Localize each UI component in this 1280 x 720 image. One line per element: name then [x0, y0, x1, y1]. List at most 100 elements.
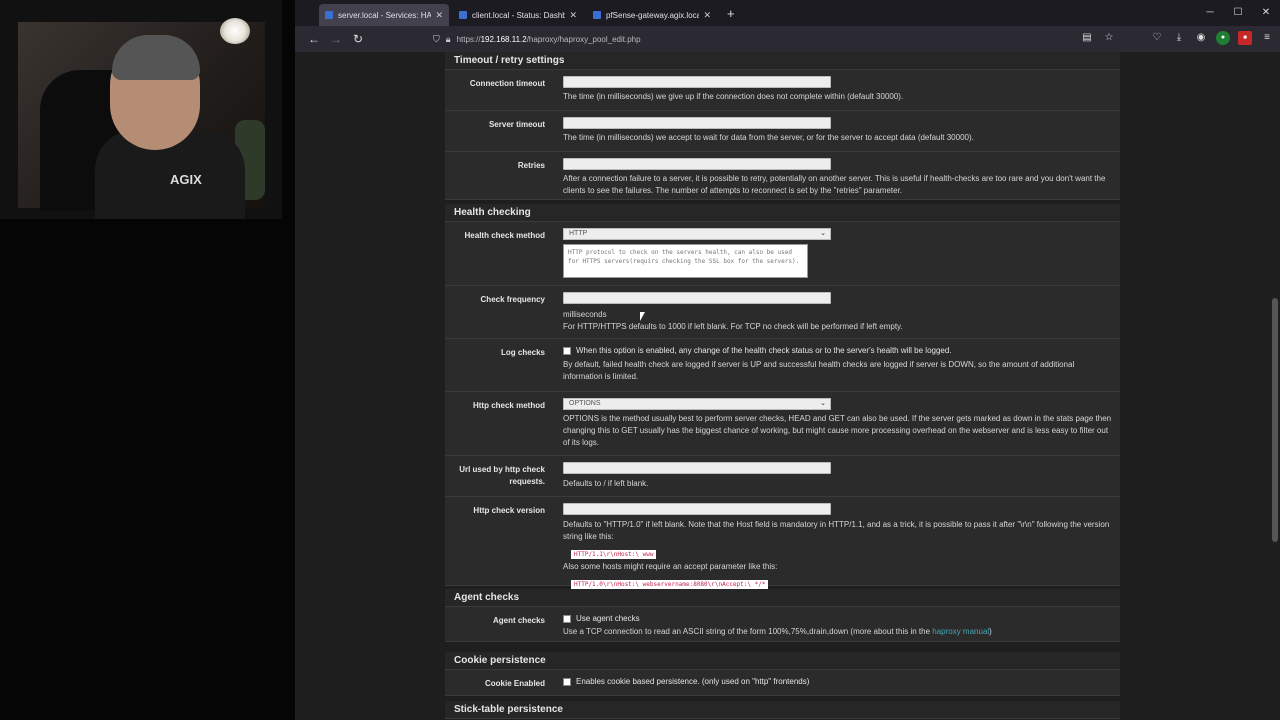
field-label: Url used by http check requests. — [459, 465, 545, 486]
haproxy-manual-link[interactable]: haproxy manual — [932, 627, 989, 636]
field-label: Http check version — [473, 506, 545, 515]
scrollbar[interactable] — [1270, 52, 1280, 720]
tab-label: server.local - Services: HAProxy — [338, 10, 432, 20]
account-icon[interactable]: ◉ — [1194, 31, 1208, 45]
cookie-enabled-checkbox-row[interactable]: Enables cookie based persistence. (only … — [563, 676, 1112, 686]
cookie-section: Cookie persistence Cookie Enabled Enable… — [445, 652, 1120, 696]
connection-timeout-row: Connection timeout The time (in millisec… — [445, 70, 1120, 111]
field-label: Http check method — [472, 401, 545, 410]
browser-window: server.local - Services: HAProxy ✕ clien… — [295, 0, 1280, 720]
field-label: Cookie Enabled — [484, 679, 545, 688]
toolbar-right: ▤ ☆ ♡ ⤓ ◉ ● ■ ≡ — [1080, 31, 1274, 45]
chevron-down-icon: ⌄ — [820, 230, 826, 237]
retries-row: Retries After a connection failure to a … — [445, 152, 1120, 200]
help-text: By default, failed health check are logg… — [563, 360, 1075, 381]
http-check-url-input[interactable] — [563, 462, 831, 474]
log-checks-checkbox-row[interactable]: When this option is enabled, any change … — [563, 345, 1112, 355]
retries-input[interactable] — [563, 158, 831, 170]
tab-pfsense-gateway[interactable]: pfSense-gateway.agix.local - St ✕ — [587, 4, 717, 26]
field-label: Agent checks — [492, 616, 545, 625]
url-host: 192.168.11.2 — [480, 34, 527, 44]
close-tab-icon[interactable]: ✕ — [703, 10, 711, 21]
help-text: After a connection failure to a server, … — [563, 174, 1106, 195]
reload-icon[interactable]: ↻ — [347, 32, 369, 46]
webcam-feed: AGIX — [0, 0, 282, 219]
favicon-icon — [459, 11, 467, 19]
select-value: OPTIONS — [569, 400, 601, 407]
connection-timeout-input[interactable] — [563, 76, 831, 88]
close-tab-icon[interactable]: ✕ — [435, 10, 443, 21]
checkbox-label: When this option is enabled, any change … — [576, 346, 952, 355]
webcam-area: AGIX — [0, 0, 295, 720]
http-check-version-input[interactable] — [563, 503, 831, 515]
log-checks-checkbox[interactable] — [563, 346, 571, 355]
tab-haproxy[interactable]: server.local - Services: HAProxy ✕ — [319, 4, 449, 26]
http-check-method-select[interactable]: OPTIONS ⌄ — [563, 398, 831, 410]
scrollbar-thumb[interactable] — [1272, 298, 1278, 542]
shirt-logo: AGIX — [170, 172, 202, 187]
ring-light — [220, 18, 250, 44]
minimize-icon[interactable]: ─ — [1196, 0, 1224, 26]
stick-section: Stick-table persistence — [445, 701, 1120, 719]
http-check-version-row: Http check version Defaults to "HTTP/1.0… — [445, 497, 1120, 589]
select-value: HTTP — [569, 230, 588, 237]
close-window-icon[interactable]: ✕ — [1252, 0, 1280, 26]
help-text: For HTTP/HTTPS defaults to 1000 if left … — [563, 322, 903, 331]
maximize-icon[interactable]: ☐ — [1224, 0, 1252, 26]
agent-checks-checkbox[interactable] — [563, 614, 571, 623]
help-post: ) — [989, 627, 992, 636]
downloads-icon[interactable]: ⤓ — [1172, 31, 1186, 45]
help-text: Defaults to "HTTP/1.0" if left blank. No… — [563, 520, 1110, 541]
check-frequency-row: Check frequency milliseconds For HTTP/HT… — [445, 286, 1120, 339]
reader-view-icon[interactable]: ▤ — [1080, 31, 1094, 45]
section-title: Stick-table persistence — [445, 701, 1120, 719]
health-method-row: Health check method HTTP ⌄ HTTP protocol … — [445, 222, 1120, 286]
new-tab-icon[interactable]: + — [721, 6, 741, 26]
mouse-cursor-icon — [640, 312, 645, 321]
method-description: HTTP protocol to check on the servers he… — [563, 244, 808, 278]
help-text: The time (in milliseconds) we give up if… — [563, 92, 904, 101]
code-example: HTTP/1.1\r\nHost:\ www — [571, 550, 657, 559]
extension-icon[interactable]: ● — [1216, 31, 1230, 45]
section-title: Agent checks — [445, 589, 1120, 607]
tab-client-dashboard[interactable]: client.local - Status: Dashboard ✕ — [453, 4, 583, 26]
extension-red-icon[interactable]: ■ — [1238, 31, 1252, 45]
health-method-select[interactable]: HTTP ⌄ — [563, 228, 831, 240]
help-text: OPTIONS is the method usually best to pe… — [563, 414, 1112, 447]
server-timeout-input[interactable] — [563, 117, 831, 129]
pocket-icon[interactable]: ♡ — [1150, 31, 1164, 45]
checkbox-label: Enables cookie based persistence. (only … — [576, 677, 810, 686]
unit-label: milliseconds — [563, 310, 607, 319]
field-label: Log checks — [500, 348, 545, 357]
page-viewport: Timeout / retry settings Connection time… — [295, 52, 1280, 720]
section-title: Timeout / retry settings — [445, 52, 1120, 70]
nav-bar: ← → ↻ ⛉ 🔒︎ https://192.168.11.2/haproxy/… — [295, 26, 1280, 52]
chevron-down-icon: ⌄ — [820, 400, 826, 407]
url-path: /haproxy/haproxy_pool_edit.php — [526, 34, 641, 44]
help-pre: Use a TCP connection to read an ASCII st… — [563, 627, 933, 636]
back-icon[interactable]: ← — [303, 32, 325, 46]
close-tab-icon[interactable]: ✕ — [569, 10, 577, 21]
menu-icon[interactable]: ≡ — [1260, 31, 1274, 45]
code-example: HTTP/1.0\r\nHost:\ webservername:8080\r\… — [571, 580, 769, 589]
log-checks-row: Log checks When this option is enabled, … — [445, 339, 1120, 392]
health-section: Health checking Health check method HTTP… — [445, 204, 1120, 589]
agent-checks-checkbox-row[interactable]: Use agent checks — [563, 613, 1112, 623]
url-bar[interactable]: ⛉ 🔒︎ https://192.168.11.2/haproxy/haprox… — [433, 30, 1073, 48]
agent-section: Agent checks Agent checks Use agent chec… — [445, 589, 1120, 642]
cookie-enabled-checkbox[interactable] — [563, 677, 571, 686]
tab-label: client.local - Status: Dashboard — [472, 10, 566, 20]
bookmark-star-icon[interactable]: ☆ — [1102, 31, 1116, 45]
help-text: Defaults to / if left blank. — [563, 479, 649, 488]
server-timeout-row: Server timeout The time (in milliseconds… — [445, 111, 1120, 152]
help-text: Use a TCP connection to read an ASCII st… — [563, 626, 1112, 638]
cookie-enabled-row: Cookie Enabled Enables cookie based pers… — [445, 670, 1120, 696]
field-label: Health check method — [464, 231, 545, 240]
help-text: The time (in milliseconds) we accept to … — [563, 133, 974, 142]
forward-icon[interactable]: → — [325, 32, 347, 46]
check-frequency-input[interactable] — [563, 292, 831, 304]
tab-label: pfSense-gateway.agix.local - St — [606, 10, 700, 20]
section-title: Health checking — [445, 204, 1120, 222]
timeout-section: Timeout / retry settings Connection time… — [445, 52, 1120, 200]
